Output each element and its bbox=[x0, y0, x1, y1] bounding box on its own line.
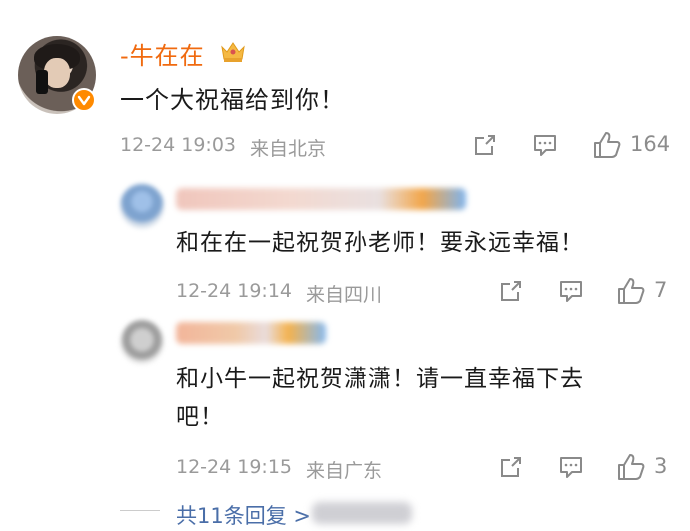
share-icon[interactable] bbox=[472, 132, 498, 158]
username[interactable]: -牛在在 bbox=[120, 36, 205, 71]
reply-avatar[interactable] bbox=[120, 320, 164, 364]
comment-timestamp: 12-24 19:03 bbox=[120, 134, 237, 156]
like-icon[interactable] bbox=[616, 452, 646, 482]
reply-timestamp: 12-24 19:15 bbox=[176, 456, 293, 478]
reply-text-line2: 吧！ bbox=[176, 404, 224, 430]
comment-location: 来自北京 bbox=[250, 138, 327, 160]
share-icon[interactable] bbox=[498, 278, 524, 304]
reply-text-line1: 和小牛一起祝贺潇潇！请一直幸福下去 bbox=[176, 366, 584, 392]
reply-username-blurred[interactable] bbox=[176, 188, 466, 210]
reply-text: 和在在一起祝贺孙老师！要永远幸福！ bbox=[176, 230, 584, 256]
reply-location: 来自四川 bbox=[306, 284, 383, 306]
watermark-blur bbox=[312, 502, 412, 524]
like-count: 164 bbox=[630, 132, 671, 156]
share-icon[interactable] bbox=[498, 454, 524, 480]
avatar-phone bbox=[36, 70, 48, 94]
like-icon[interactable] bbox=[592, 130, 622, 160]
comment-icon[interactable] bbox=[532, 132, 558, 158]
reply-username-blurred[interactable] bbox=[176, 322, 326, 344]
comment-icon[interactable] bbox=[558, 278, 584, 304]
like-icon[interactable] bbox=[616, 276, 646, 306]
reply-avatar[interactable] bbox=[120, 184, 164, 228]
verified-badge-icon bbox=[72, 88, 96, 112]
reply-location: 来自广东 bbox=[306, 460, 383, 482]
reply-timestamp: 12-24 19:14 bbox=[176, 280, 293, 302]
comment-icon[interactable] bbox=[558, 454, 584, 480]
divider bbox=[120, 510, 160, 511]
like-count: 7 bbox=[654, 278, 668, 302]
like-count: 3 bbox=[654, 454, 668, 478]
more-replies-link[interactable]: 共11条回复 > bbox=[176, 500, 311, 530]
comment-text: 一个大祝福给到你！ bbox=[120, 86, 345, 114]
crown-badge-icon bbox=[218, 38, 248, 64]
